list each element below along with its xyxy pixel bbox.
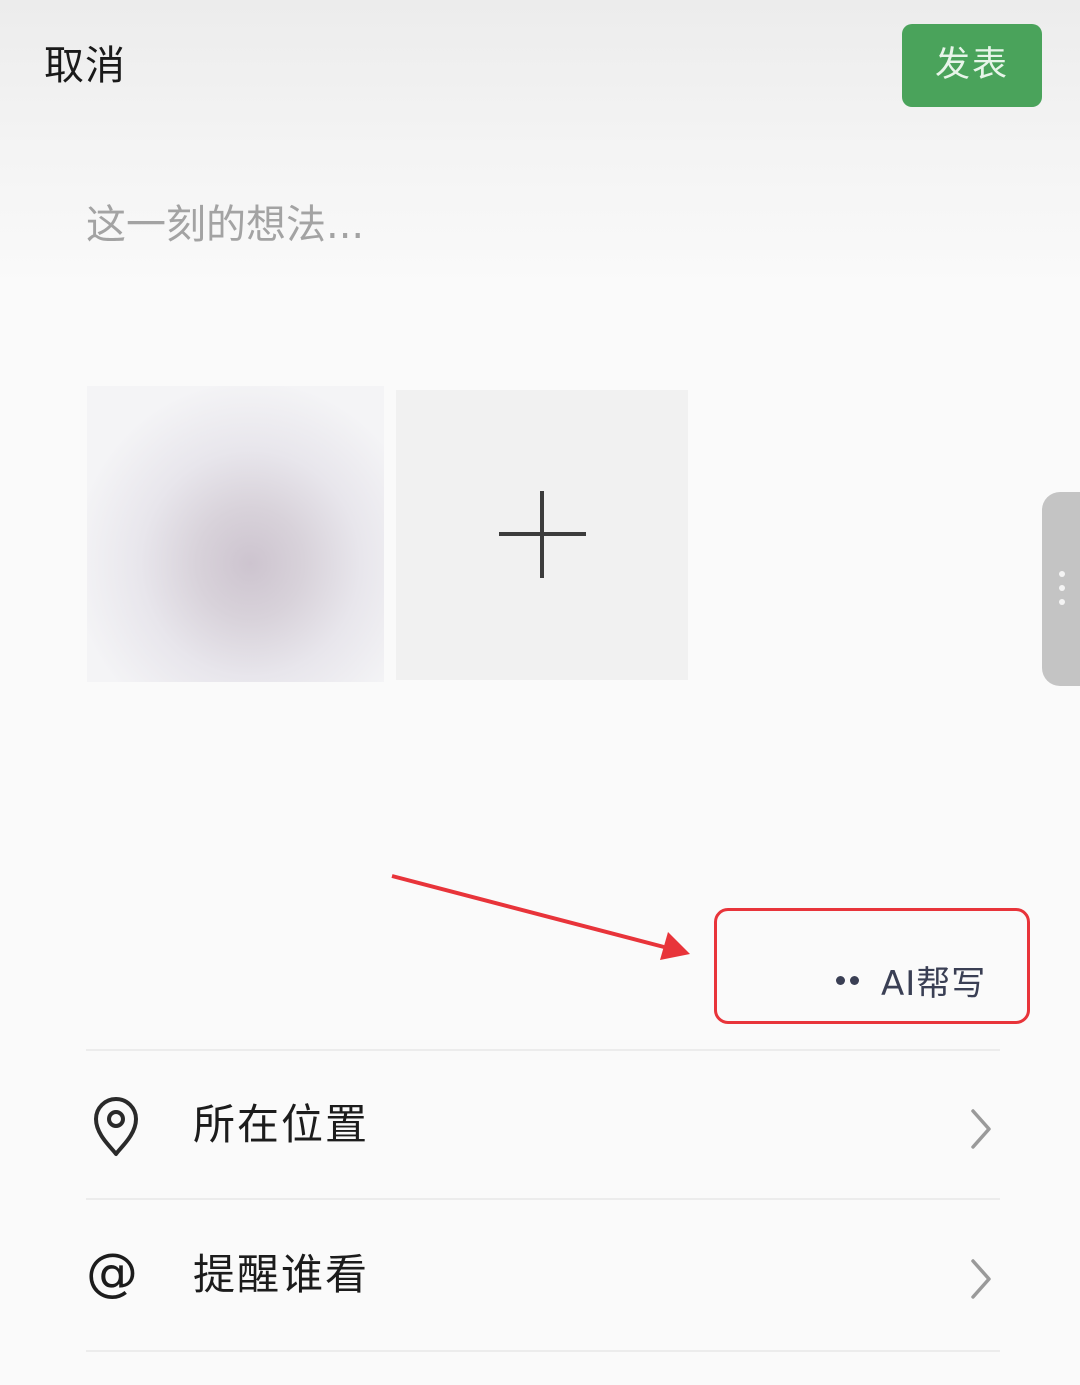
handle-dot bbox=[1059, 585, 1065, 591]
location-row[interactable]: 所在位置 bbox=[0, 1053, 1080, 1193]
mention-label: 提醒谁看 bbox=[193, 1250, 370, 1299]
mention-row[interactable]: @ 提醒谁看 bbox=[0, 1203, 1080, 1343]
photo-thumbnail[interactable] bbox=[87, 386, 384, 682]
publish-button[interactable]: 发表 bbox=[902, 24, 1042, 107]
moment-text-input[interactable] bbox=[86, 190, 966, 260]
chevron-right-icon bbox=[971, 1259, 991, 1299]
divider bbox=[86, 1198, 1000, 1200]
ai-write-label: AI帮写 bbox=[881, 963, 987, 1004]
dots-icon bbox=[836, 975, 859, 985]
cancel-button[interactable]: 取消 bbox=[44, 40, 126, 92]
location-label: 所在位置 bbox=[193, 1100, 370, 1149]
at-sign-icon: @ bbox=[86, 1243, 138, 1303]
side-floating-handle[interactable] bbox=[1042, 492, 1080, 686]
ai-write-button[interactable]: AI帮写 bbox=[836, 955, 986, 1005]
chevron-right-icon bbox=[971, 1109, 991, 1149]
plus-icon bbox=[499, 491, 586, 578]
divider bbox=[86, 1049, 1000, 1051]
divider bbox=[86, 1350, 1000, 1352]
handle-dot bbox=[1059, 571, 1065, 577]
location-pin-icon bbox=[94, 1097, 138, 1156]
handle-dot bbox=[1059, 599, 1065, 605]
add-photo-button[interactable] bbox=[396, 390, 688, 680]
